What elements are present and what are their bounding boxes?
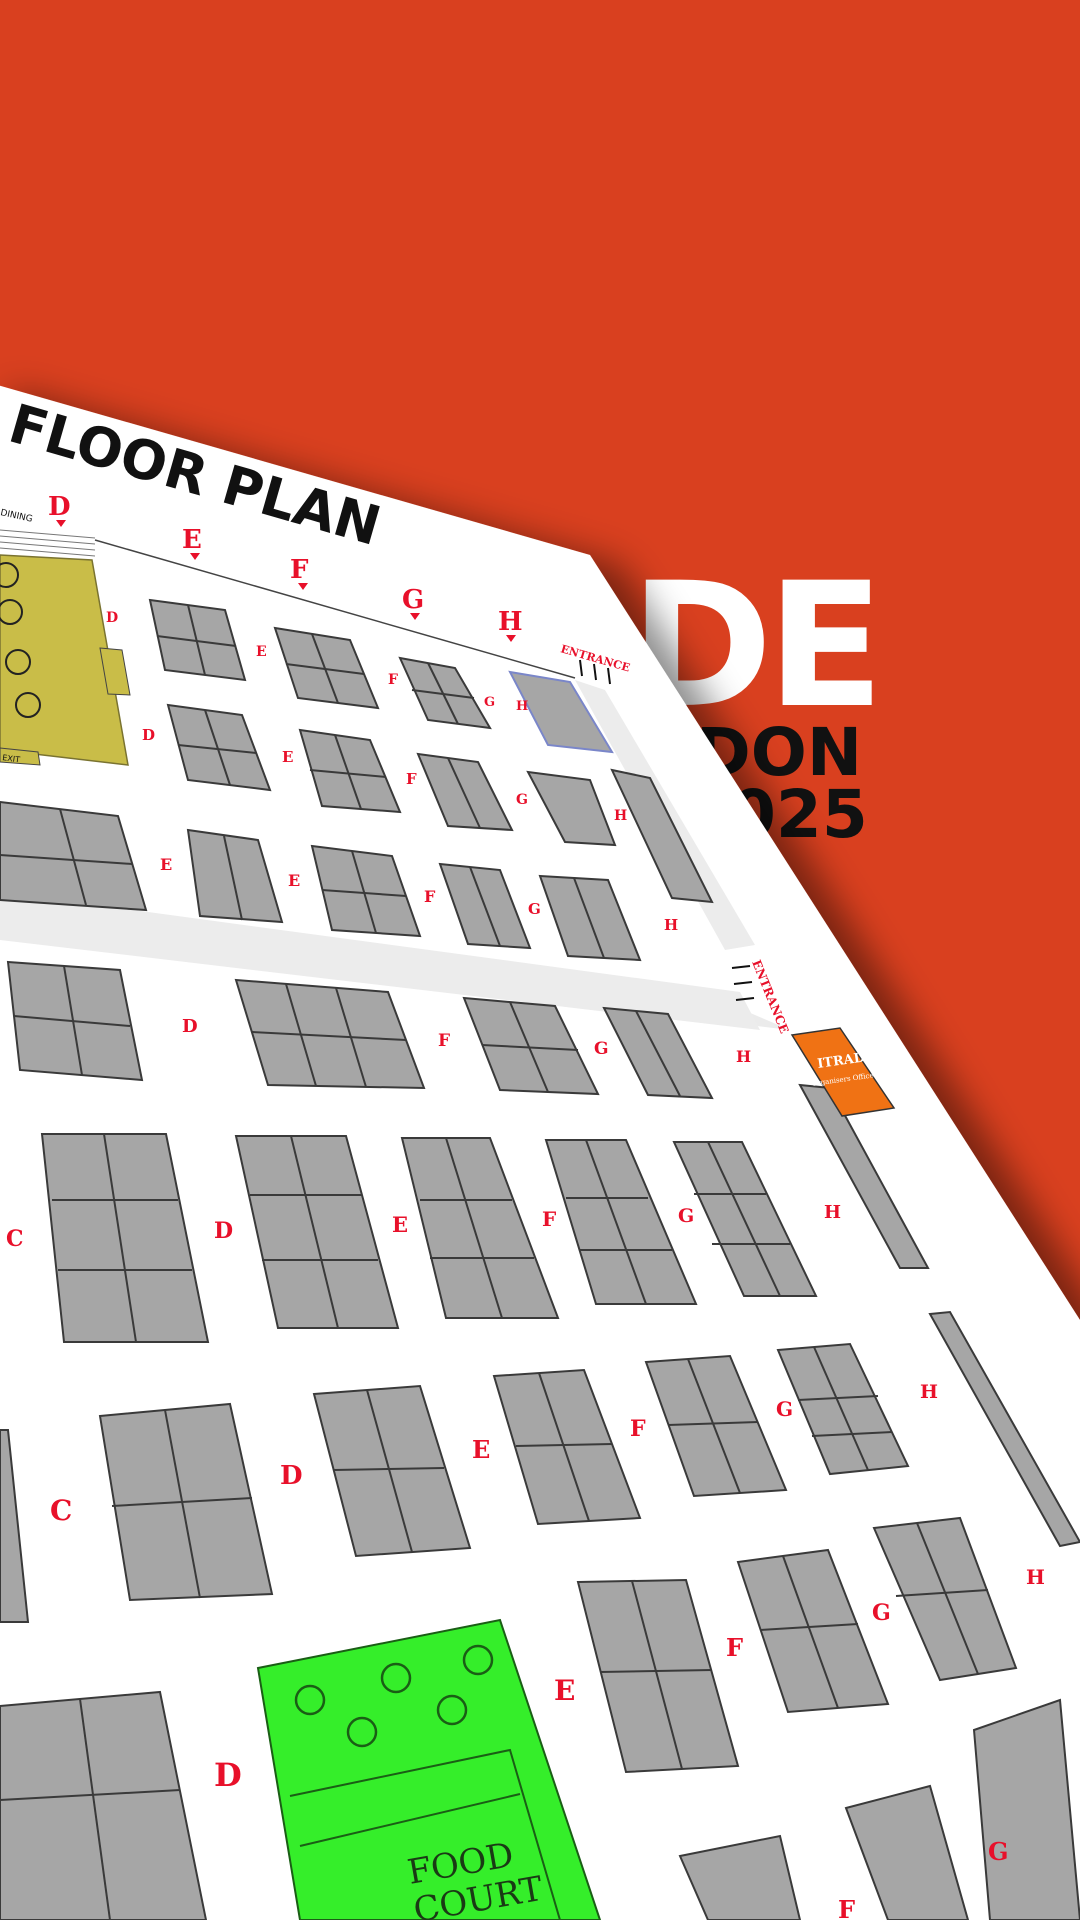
row-letter: E bbox=[256, 644, 267, 660]
row-letter: D bbox=[142, 726, 155, 744]
row-letter: H bbox=[824, 1202, 841, 1223]
row-letter: F bbox=[388, 672, 398, 688]
row-letter: D bbox=[214, 1756, 242, 1794]
row-letter: G bbox=[872, 1600, 891, 1626]
row-letter: F bbox=[630, 1416, 646, 1442]
row-letter: C bbox=[50, 1494, 72, 1527]
row-letter: E bbox=[282, 748, 293, 766]
row-letter: F bbox=[424, 887, 436, 906]
floor-plan-map: FLOOR PLAN D E F G H ENTRANCE ENTRANCE E… bbox=[0, 385, 1080, 1920]
row-letter: E bbox=[554, 1674, 575, 1707]
row-letter: G bbox=[678, 1205, 694, 1227]
row-letter: F bbox=[726, 1633, 743, 1662]
row-letter: H bbox=[920, 1381, 938, 1403]
row-letter: D bbox=[106, 610, 118, 626]
row-letter: E bbox=[160, 855, 172, 874]
row-letter: G bbox=[776, 1397, 793, 1421]
row-letter: E bbox=[392, 1212, 408, 1237]
col-letter-d: D bbox=[48, 492, 71, 522]
row-letter: H bbox=[736, 1047, 751, 1066]
row-letter: F bbox=[542, 1207, 556, 1231]
row-letter: G bbox=[528, 900, 541, 918]
row-letter: C bbox=[6, 1226, 24, 1252]
row-letter: G bbox=[484, 695, 495, 710]
row-letter: E bbox=[288, 871, 300, 890]
col-letter-g: G bbox=[402, 585, 424, 615]
row-letter: H bbox=[664, 916, 678, 934]
row-letter: F bbox=[838, 1895, 855, 1920]
row-letter: D bbox=[182, 1016, 198, 1037]
row-letter: F bbox=[406, 770, 417, 788]
col-letter-e: E bbox=[182, 525, 202, 555]
row-letter: G bbox=[988, 1837, 1009, 1866]
row-letter: F bbox=[438, 1031, 450, 1051]
col-letter-h: H bbox=[498, 607, 523, 637]
col-letter-f: F bbox=[290, 555, 309, 585]
floor-plan-sheet: FLOOR PLAN D E F G H ENTRANCE ENTRANCE E… bbox=[0, 0, 1080, 1920]
row-letter: G bbox=[516, 792, 528, 808]
row-letter: D bbox=[214, 1218, 233, 1244]
row-letter: H bbox=[1026, 1565, 1045, 1589]
row-letter: E bbox=[472, 1435, 490, 1464]
row-letter: H bbox=[614, 808, 627, 824]
row-letter: H bbox=[516, 699, 528, 714]
row-letter: D bbox=[280, 1461, 303, 1491]
row-letter: G bbox=[594, 1039, 609, 1059]
